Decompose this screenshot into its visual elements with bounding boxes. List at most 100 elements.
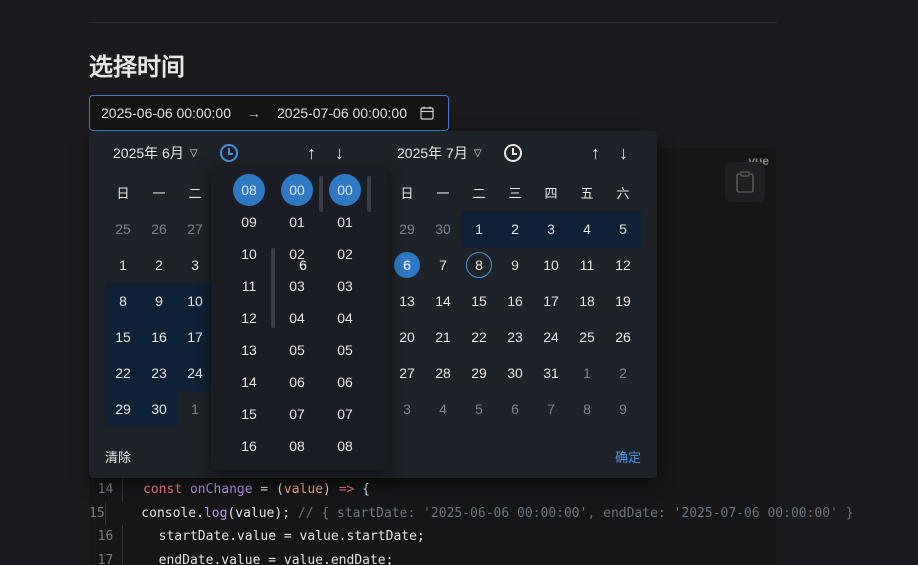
seconds-column[interactable]: 00 01 02 03 04 05 06 07 08 — [320, 174, 370, 462]
calendar-day[interactable]: 2 — [497, 211, 533, 247]
time-option[interactable]: 01 — [272, 206, 322, 238]
calendar-day[interactable]: 22 — [105, 355, 141, 391]
calendar-day[interactable]: 12 — [605, 247, 641, 283]
calendar-day[interactable]: 17 — [533, 283, 569, 319]
time-option[interactable]: 07 — [320, 398, 370, 430]
calendar-day[interactable]: 26 — [605, 319, 641, 355]
time-option[interactable]: 00 — [272, 174, 322, 206]
time-option[interactable]: 15 — [224, 398, 274, 430]
time-option[interactable]: 07 — [272, 398, 322, 430]
time-option[interactable]: 05 — [272, 334, 322, 366]
time-option[interactable]: 11 — [224, 270, 274, 302]
prev-arrow-up-icon[interactable]: ↑ — [307, 143, 316, 164]
time-option[interactable]: 10 — [224, 238, 274, 270]
calendar-day[interactable]: 10 — [533, 247, 569, 283]
calendar-day[interactable]: 9 — [141, 283, 177, 319]
calendar-day[interactable]: 6 — [497, 391, 533, 427]
calendar-day[interactable]: 15 — [461, 283, 497, 319]
calendar-day[interactable]: 30 — [141, 391, 177, 427]
calendar-day[interactable]: 11 — [569, 247, 605, 283]
time-option[interactable]: 08 — [272, 430, 322, 462]
calendar-day[interactable]: 3 — [533, 211, 569, 247]
calendar-day[interactable]: 23 — [497, 319, 533, 355]
time-option[interactable]: 06 — [272, 366, 322, 398]
calendar-day[interactable]: 1 — [569, 355, 605, 391]
calendar-day[interactable]: 14 — [425, 283, 461, 319]
calendar-day[interactable]: 16 — [141, 319, 177, 355]
calendar-day[interactable]: 28 — [425, 355, 461, 391]
calendar-day[interactable]: 29 — [105, 391, 141, 427]
scrollbar[interactable] — [271, 248, 275, 328]
calendar-day[interactable]: 31 — [533, 355, 569, 391]
minutes-column[interactable]: 00 01 02 03 04 05 06 07 08 — [272, 174, 322, 462]
copy-button[interactable] — [725, 162, 765, 202]
calendar-day[interactable]: 3 — [389, 391, 425, 427]
calendar-icon[interactable] — [420, 106, 434, 120]
calendar-day[interactable]: 9 — [497, 247, 533, 283]
time-option[interactable]: 08 — [320, 430, 370, 462]
calendar-day[interactable]: 27 — [389, 355, 425, 391]
date-range-input[interactable]: 2025-06-06 00:00:00 → 2025-07-06 00:00:0… — [89, 95, 449, 131]
calendar-day[interactable]: 8 — [461, 247, 497, 283]
calendar-day[interactable]: 13 — [389, 283, 425, 319]
calendar-day[interactable]: 2 — [605, 355, 641, 391]
calendar-day[interactable]: 24 — [533, 319, 569, 355]
clock-icon[interactable] — [504, 144, 522, 162]
time-option[interactable]: 05 — [320, 334, 370, 366]
right-month-select[interactable]: 2025年 7月 ▽ — [397, 141, 482, 165]
calendar-day[interactable]: 16 — [497, 283, 533, 319]
start-date-field[interactable]: 2025-06-06 00:00:00 — [101, 105, 231, 121]
left-month-select[interactable]: 2025年 6月 ▽ — [113, 141, 198, 165]
calendar-day[interactable]: 1 — [461, 211, 497, 247]
calendar-day[interactable]: 20 — [389, 319, 425, 355]
scrollbar[interactable] — [319, 176, 323, 212]
calendar-day[interactable]: 6 — [389, 247, 425, 283]
clear-button[interactable]: 清除 — [105, 447, 131, 466]
calendar-day[interactable]: 1 — [177, 391, 213, 427]
calendar-day[interactable]: 29 — [389, 211, 425, 247]
calendar-day[interactable]: 25 — [569, 319, 605, 355]
time-option[interactable]: 12 — [224, 302, 274, 334]
scrollbar[interactable] — [367, 176, 371, 212]
calendar-day[interactable]: 17 — [177, 319, 213, 355]
time-option[interactable]: 02 — [272, 238, 322, 270]
next-arrow-down-icon[interactable]: ↓ — [335, 143, 344, 164]
time-option[interactable]: 04 — [272, 302, 322, 334]
calendar-day[interactable]: 1 — [105, 247, 141, 283]
calendar-day[interactable]: 26 — [141, 211, 177, 247]
calendar-day[interactable]: 30 — [497, 355, 533, 391]
end-date-field[interactable]: 2025-07-06 00:00:00 — [277, 105, 407, 121]
calendar-day[interactable]: 25 — [105, 211, 141, 247]
calendar-day[interactable]: 19 — [605, 283, 641, 319]
calendar-day[interactable]: 30 — [425, 211, 461, 247]
next-arrow-down-icon[interactable]: ↓ — [619, 143, 628, 164]
calendar-day[interactable]: 15 — [105, 319, 141, 355]
time-option[interactable]: 03 — [320, 270, 370, 302]
calendar-day[interactable]: 5 — [461, 391, 497, 427]
calendar-day[interactable]: 22 — [461, 319, 497, 355]
time-option[interactable]: 13 — [224, 334, 274, 366]
calendar-day[interactable]: 7 — [533, 391, 569, 427]
calendar-day[interactable]: 8 — [569, 391, 605, 427]
time-option[interactable]: 14 — [224, 366, 274, 398]
prev-arrow-up-icon[interactable]: ↑ — [591, 143, 600, 164]
time-option[interactable]: 02 — [320, 238, 370, 270]
time-option[interactable]: 04 — [320, 302, 370, 334]
calendar-day[interactable]: 24 — [177, 355, 213, 391]
calendar-day[interactable]: 5 — [605, 211, 641, 247]
calendar-day[interactable]: 2 — [141, 247, 177, 283]
calendar-day[interactable]: 23 — [141, 355, 177, 391]
time-option[interactable]: 03 — [272, 270, 322, 302]
calendar-day[interactable]: 29 — [461, 355, 497, 391]
time-option[interactable]: 16 — [224, 430, 274, 462]
time-option[interactable]: 06 — [320, 366, 370, 398]
calendar-day[interactable]: 18 — [569, 283, 605, 319]
calendar-day[interactable]: 8 — [105, 283, 141, 319]
calendar-day[interactable]: 7 — [425, 247, 461, 283]
hours-column[interactable]: 08 09 10 11 12 13 14 15 16 — [224, 174, 274, 462]
calendar-day[interactable]: 3 — [177, 247, 213, 283]
calendar-day[interactable]: 21 — [425, 319, 461, 355]
time-option[interactable]: 08 — [224, 174, 274, 206]
time-option[interactable]: 00 — [320, 174, 370, 206]
calendar-day[interactable]: 27 — [177, 211, 213, 247]
